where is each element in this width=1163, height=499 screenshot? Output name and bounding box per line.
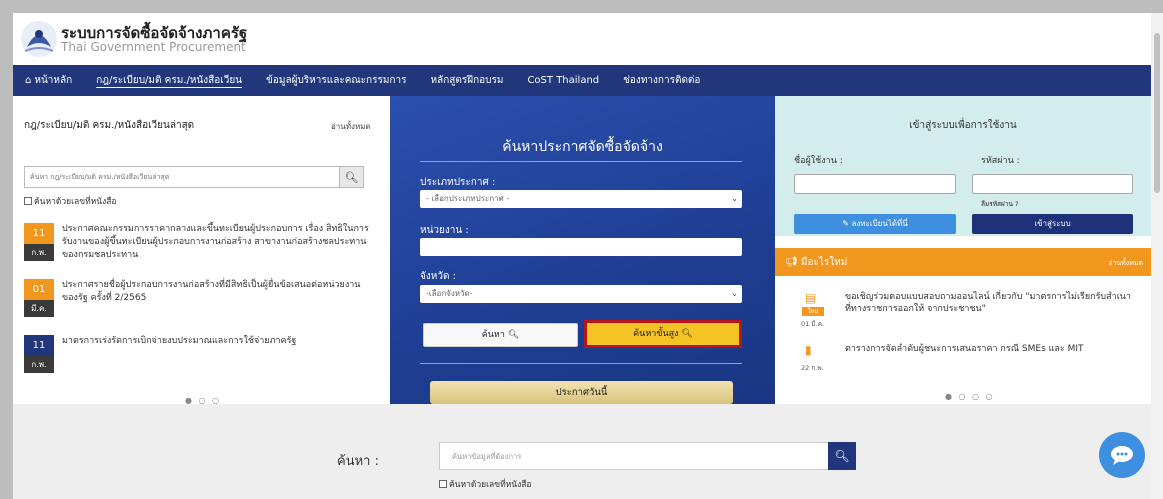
nav-training[interactable]: หลักสูตรฝึกอบรม [418, 65, 515, 96]
book-icon: ▮ [805, 343, 812, 357]
whats-new-view-all-link[interactable]: อ่านทั้งหมด [1108, 258, 1143, 269]
search-icon: 🔍︎ [681, 329, 693, 339]
news-text[interactable]: ประกาศคณะกรรมการราคากลางและขึ้นทะเบียนผู… [62, 223, 372, 262]
agency-label: หน่วยงาน : [420, 225, 469, 236]
username-input[interactable] [794, 174, 956, 194]
whats-new-title: 📢︎ มีอะไรใหม่ [785, 257, 848, 268]
global-search-input[interactable]: ค้นหาข้อมูลที่ต้องการ [439, 442, 856, 470]
date-badge: 11 ก.พ. [24, 335, 54, 373]
regulations-search-button[interactable]: 🔍︎ [339, 167, 363, 187]
scrollbar-thumb[interactable] [1154, 33, 1160, 193]
checkbox-label: ค้นหาด้วยเลขที่หนังสือ [449, 480, 532, 490]
global-search-placeholder: ค้นหาข้อมูลที่ต้องการ [452, 452, 522, 461]
province-select[interactable]: -เลือกจังหวัด- ⌄ [420, 285, 742, 303]
nav-home[interactable]: ⌂ หน้าหลัก [13, 65, 84, 96]
date-badge: 01 มี.ค. [24, 279, 54, 317]
whats-new-text[interactable]: ขอเชิญร่วมตอบแบบสอบถามออนไลน์ เกี่ยวกับ … [845, 291, 1135, 315]
login-title: เข้าสู่ระบบเพื่อการใช้งาน [909, 120, 1017, 131]
new-badge: ใหม่ [802, 307, 824, 316]
news-item[interactable]: 11 ก.พ. มาตรการเร่งรัดการเบิกจ่ายงบประมา… [24, 335, 374, 375]
announcement-type-label: ประเภทประกาศ : [420, 177, 496, 188]
edit-icon: ✎ [842, 219, 849, 228]
chat-bubble-icon [1111, 446, 1133, 465]
date-badge: 11 ก.พ. [24, 223, 54, 261]
checkbox[interactable] [24, 197, 32, 205]
procurement-search-title: ค้นหาประกาศจัดซื้อจัดจ้าง [502, 139, 663, 155]
announcement-type-select[interactable]: - เลือกประเภทประกาศ - ⌄ [420, 190, 742, 208]
news-item[interactable]: 11 ก.พ. ประกาศคณะกรรมการราคากลางและขึ้นท… [24, 223, 374, 263]
nav-contact[interactable]: ช่องทางการติดต่อ [611, 65, 712, 96]
today-announcements-button[interactable]: ประกาศวันนี้ [430, 381, 733, 404]
procurement-search-panel: ค้นหาประกาศจัดซื้อจัดจ้าง ประเภทประกาศ :… [390, 96, 775, 404]
whats-new-date: 22 ก.พ. [801, 364, 824, 372]
regulations-view-all-link[interactable]: อ่านทั้งหมด [331, 120, 371, 133]
login-button[interactable]: เข้าสู่ระบบ [972, 214, 1133, 234]
site-header: ระบบการจัดซื้อจัดจ้างภาครัฐ Thai Governm… [13, 13, 1151, 65]
right-panel: เข้าสู่ระบบเพื่อการใช้งาน ชื่อผู้ใช้งาน … [775, 96, 1151, 404]
regulations-search-input[interactable] [25, 167, 339, 187]
global-search-label: ค้นหา : [337, 454, 379, 469]
search-icon: 🔍︎ [507, 330, 520, 340]
agency-input[interactable] [420, 238, 742, 256]
browser-viewport: ระบบการจัดซื้อจัดจ้างภาครัฐ Thai Governm… [13, 13, 1151, 499]
home-icon: ⌂ [25, 75, 32, 86]
login-box: เข้าสู่ระบบเพื่อการใช้งาน ชื่อผู้ใช้งาน … [775, 96, 1151, 236]
garuda-logo-icon [21, 21, 57, 57]
whats-new-text[interactable]: ตารางการจัดลำดับผู้ชนะการเสนอราคา กรณี S… [845, 343, 1135, 355]
nav-regulations[interactable]: กฎ/ระเบียบ/มติ ครม./หนังสือเวียน [84, 65, 254, 96]
regulations-number-checkbox-row[interactable]: ค้นหาด้วยเลขที่หนังสือ [24, 194, 117, 208]
news-text[interactable]: มาตรการเร่งรัดการเบิกจ่ายงบประมาณและการใ… [62, 335, 372, 348]
checkbox[interactable] [439, 480, 447, 488]
search-icon: 🔍︎ [344, 170, 359, 184]
checkbox-label: ค้นหาด้วยเลขที่หนังสือ [34, 197, 117, 207]
username-label: ชื่อผู้ใช้งาน : [794, 156, 843, 166]
chevron-down-icon: ⌄ [731, 289, 738, 298]
chat-button[interactable] [1099, 432, 1145, 478]
regulations-search-box: 🔍︎ [24, 166, 364, 188]
nav-cost-thailand[interactable]: CoST Thailand [515, 65, 611, 96]
password-label: รหัสผ่าน : [981, 156, 1020, 166]
divider [420, 363, 742, 364]
whats-new-date: 01 มี.ค. [801, 320, 825, 328]
advanced-search-button[interactable]: ค้นหาขั้นสูง 🔍︎ [584, 320, 742, 348]
chevron-down-icon: ⌄ [731, 194, 738, 203]
news-text[interactable]: ประกาศรายชื่อผู้ประกอบการงานก่อสร้างที่ม… [62, 279, 372, 305]
search-icon: 🔍︎ [834, 449, 850, 463]
global-search-button[interactable]: 🔍︎ [828, 442, 856, 470]
global-number-checkbox-row[interactable]: ค้นหาด้วยเลขที่หนังสือ [439, 477, 532, 491]
password-input[interactable] [972, 174, 1133, 194]
regulations-title: กฎ/ระเบียบ/มติ ครม./หนังสือเวียนล่าสุด [24, 120, 195, 131]
whats-new-header: 📢︎ มีอะไรใหม่ อ่านทั้งหมด [775, 248, 1151, 276]
register-button[interactable]: ✎ ลงทะเบียนได้ที่นี่ [794, 214, 956, 234]
global-search-section: ค้นหา : ค้นหาข้อมูลที่ต้องการ 🔍︎ ค้นหาด้… [13, 404, 1151, 499]
page-scrollbar[interactable] [1151, 13, 1163, 499]
nav-executives[interactable]: ข้อมูลผู้บริหารและคณะกรรมการ [254, 65, 418, 96]
site-subtitle: Thai Government Procurement [61, 40, 246, 54]
main-nav: ⌂ หน้าหลัก กฎ/ระเบียบ/มติ ครม./หนังสือเวี… [13, 65, 1151, 96]
province-label: จังหวัด : [420, 271, 456, 282]
carousel-pager[interactable]: ● ○ ○ ○ [945, 392, 995, 401]
forgot-password-link[interactable]: ลืมรหัสผ่าน ? [981, 199, 1018, 209]
regulations-panel: กฎ/ระเบียบ/มติ ครม./หนังสือเวียนล่าสุด อ… [13, 96, 390, 405]
search-button[interactable]: ค้นหา 🔍︎ [423, 323, 578, 347]
megaphone-icon: 📢︎ [785, 257, 798, 268]
news-item[interactable]: 01 มี.ค. ประกาศรายชื่อผู้ประกอบการงานก่อ… [24, 279, 374, 319]
divider [420, 161, 742, 162]
document-icon: ▤ [805, 291, 817, 305]
